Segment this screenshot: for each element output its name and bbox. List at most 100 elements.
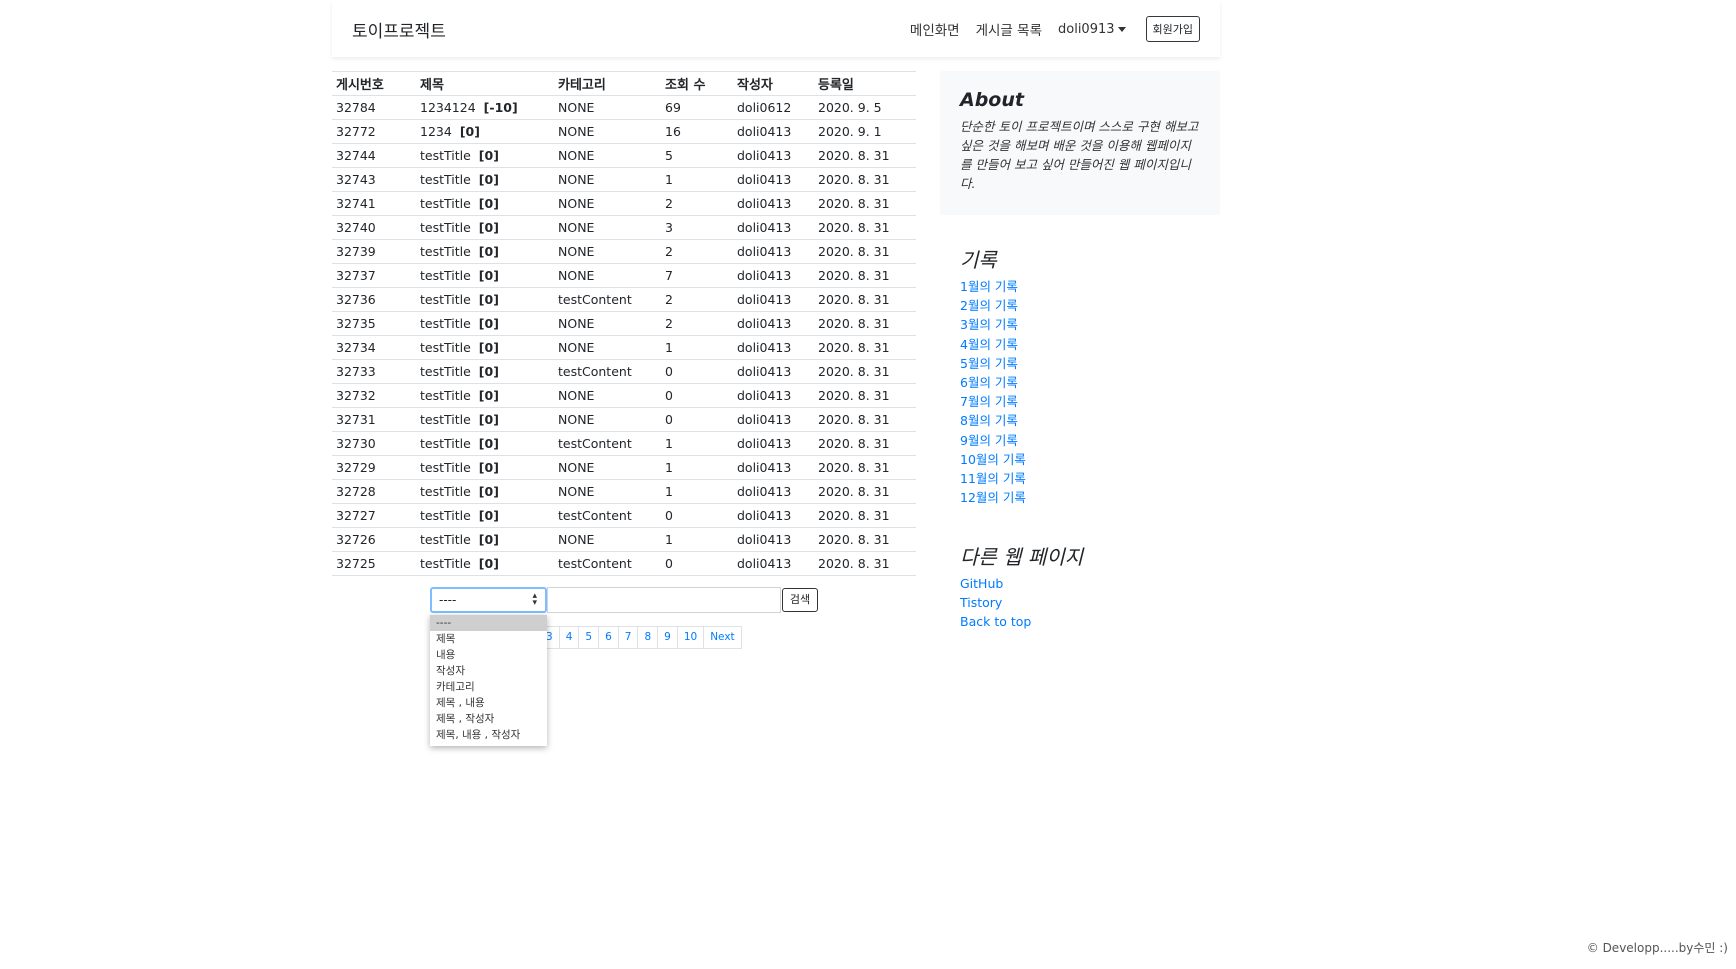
post-number: 32726 [332, 527, 416, 552]
table-row: 32739 testTitle [0] NONE 2 doli0413 2020. 8. 3… [332, 239, 916, 264]
post-title-link[interactable]: testTitle [420, 436, 471, 451]
post-category: testContent [554, 503, 661, 528]
table-row: 32735 testTitle [0] NONE 2 doli0413 2020. 8. 3… [332, 311, 916, 336]
search-input[interactable] [547, 587, 781, 613]
other-page-link[interactable]: Back to top [960, 612, 1031, 631]
post-category: NONE [554, 119, 661, 144]
column-header: 등록일 [814, 71, 916, 96]
search-button[interactable]: 검색 [782, 588, 818, 612]
post-date: 2020. 8. 31 [814, 383, 916, 408]
other-page-link[interactable]: Tistory [960, 593, 1031, 612]
post-title-link[interactable]: testTitle [420, 388, 471, 403]
search-type-value: ---- [439, 593, 457, 607]
archive-link[interactable]: 3월의 기록 [960, 315, 1026, 334]
post-title-link[interactable]: testTitle [420, 316, 471, 331]
post-title-link[interactable]: testTitle [420, 556, 471, 571]
post-writer: doli0413 [733, 167, 814, 192]
brand-logo[interactable]: 토이프로젝트 [352, 17, 446, 42]
dropdown-option[interactable]: 제목 [430, 631, 547, 647]
post-title-link[interactable]: testTitle [420, 532, 471, 547]
archive-link[interactable]: 5월의 기록 [960, 354, 1026, 373]
post-writer: doli0413 [733, 551, 814, 576]
dropdown-option[interactable]: 제목 , 작성자 [430, 711, 547, 727]
archive-link[interactable]: 1월의 기록 [960, 277, 1026, 296]
post-category: NONE [554, 527, 661, 552]
post-date: 2020. 8. 31 [814, 191, 916, 216]
pagination-page[interactable]: 6 [598, 626, 619, 649]
pagination-next[interactable]: Next [703, 626, 742, 649]
about-box: About 단순한 토이 프로젝트이며 스스로 구현 해보고 싶은 것을 해보며… [940, 71, 1220, 215]
dropdown-option[interactable]: 제목, 내용 , 작성자 [430, 727, 547, 743]
comment-count: [0] [478, 484, 499, 499]
post-number: 32733 [332, 359, 416, 384]
post-title-link[interactable]: testTitle [420, 172, 471, 187]
archive-link[interactable]: 8월의 기록 [960, 411, 1026, 430]
column-header: 카테고리 [554, 71, 661, 96]
post-views: 7 [661, 263, 733, 288]
post-writer: doli0413 [733, 431, 814, 456]
post-number: 32727 [332, 503, 416, 528]
comment-count: [0] [478, 340, 499, 355]
post-number: 32772 [332, 119, 416, 144]
post-writer: doli0413 [733, 311, 814, 336]
post-title-link[interactable]: testTitle [420, 268, 471, 283]
post-title-link[interactable]: testTitle [420, 244, 471, 259]
post-title-link[interactable]: testTitle [420, 364, 471, 379]
post-date: 2020. 8. 31 [814, 239, 916, 264]
archive-link[interactable]: 2월의 기록 [960, 296, 1026, 315]
post-writer: doli0413 [733, 239, 814, 264]
comment-count: [0] [459, 124, 480, 139]
post-title-link[interactable]: testTitle [420, 292, 471, 307]
post-views: 1 [661, 335, 733, 360]
post-title-link[interactable]: testTitle [420, 412, 471, 427]
post-title-link[interactable]: 1234124 [420, 100, 476, 115]
archive-link[interactable]: 9월의 기록 [960, 431, 1026, 450]
post-date: 2020. 8. 31 [814, 527, 916, 552]
post-date: 2020. 8. 31 [814, 359, 916, 384]
table-row: 32784 1234124 [-10] NONE 69 doli0612 2020. 9. … [332, 95, 916, 120]
user-dropdown[interactable]: doli0913 [1058, 22, 1126, 37]
search-type-select[interactable]: ---- ▴ ▾ [430, 587, 547, 613]
dropdown-option[interactable]: 작성자 [430, 663, 547, 679]
post-writer: doli0413 [733, 143, 814, 168]
post-views: 1 [661, 527, 733, 552]
archive-link[interactable]: 11월의 기록 [960, 469, 1026, 488]
pagination-page[interactable]: 7 [617, 626, 639, 649]
archive-link[interactable]: 4월의 기록 [960, 335, 1026, 354]
dropdown-option[interactable]: ---- [430, 615, 547, 631]
archive-link[interactable]: 7월의 기록 [960, 392, 1026, 411]
post-category: testContent [554, 359, 661, 384]
post-title-link[interactable]: 1234 [420, 124, 452, 139]
post-title-link[interactable]: testTitle [420, 508, 471, 523]
dropdown-option[interactable]: 제목 , 내용 [430, 695, 547, 711]
dropdown-option[interactable]: 내용 [430, 647, 547, 663]
archive-link[interactable]: 6월의 기록 [960, 373, 1026, 392]
other-page-link[interactable]: GitHub [960, 574, 1031, 593]
pagination-page[interactable]: 9 [657, 626, 678, 649]
signup-button[interactable]: 회원가입 [1145, 16, 1200, 42]
post-category: NONE [554, 215, 661, 240]
archive-link[interactable]: 12월의 기록 [960, 488, 1026, 507]
post-title-link[interactable]: testTitle [420, 148, 471, 163]
post-title-cell: testTitle [0] [416, 191, 554, 216]
post-views: 2 [661, 239, 733, 264]
pagination-page[interactable]: 4 [558, 626, 580, 649]
table-row: 32726 testTitle [0] NONE 1 doli0413 2020. 8. 3… [332, 527, 916, 552]
pagination-page[interactable]: 10 [676, 626, 705, 649]
post-date: 2020. 8. 31 [814, 215, 916, 240]
post-number: 32731 [332, 407, 416, 432]
post-number: 32743 [332, 167, 416, 192]
comment-count: [0] [478, 220, 499, 235]
nav-link-main[interactable]: 메인화면 [910, 19, 960, 39]
pagination-page[interactable]: 5 [578, 626, 600, 649]
archive-link[interactable]: 10월의 기록 [960, 450, 1026, 469]
post-title-link[interactable]: testTitle [420, 220, 471, 235]
post-title-link[interactable]: testTitle [420, 196, 471, 211]
post-title-cell: testTitle [0] [416, 287, 554, 312]
post-title-link[interactable]: testTitle [420, 340, 471, 355]
post-title-link[interactable]: testTitle [420, 460, 471, 475]
dropdown-option[interactable]: 카테고리 [430, 679, 547, 695]
nav-link-post-list[interactable]: 게시글 목록 [976, 19, 1042, 39]
pagination-page[interactable]: 8 [637, 626, 659, 649]
post-title-link[interactable]: testTitle [420, 484, 471, 499]
